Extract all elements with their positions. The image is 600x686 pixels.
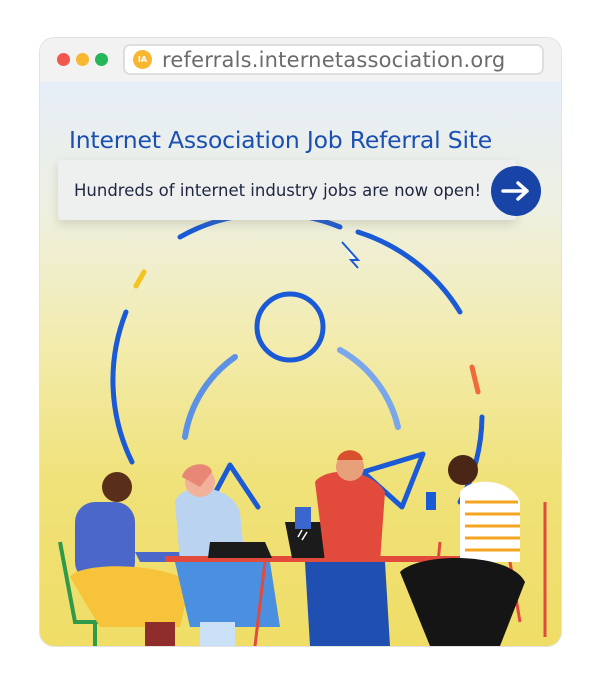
close-window-button[interactable] [57, 53, 70, 66]
browser-toolbar: IA referrals.internetassociation.org [40, 38, 561, 82]
browser-window: IA referrals.internetassociation.org Int… [40, 38, 561, 646]
minimize-window-button[interactable] [76, 53, 89, 66]
page-content: Internet Association Job Referral Site H… [40, 82, 561, 646]
open-jobs-button[interactable] [491, 166, 541, 216]
url-text: referrals.internetassociation.org [162, 47, 506, 72]
address-bar[interactable]: IA referrals.internetassociation.org [123, 44, 544, 75]
page-title: Internet Association Job Referral Site [69, 126, 493, 154]
banner-text: Hundreds of internet industry jobs are n… [74, 181, 482, 200]
site-favicon-icon: IA [133, 50, 152, 69]
arrow-right-icon [501, 181, 529, 201]
job-banner[interactable]: Hundreds of internet industry jobs are n… [58, 160, 516, 220]
maximize-window-button[interactable] [95, 53, 108, 66]
